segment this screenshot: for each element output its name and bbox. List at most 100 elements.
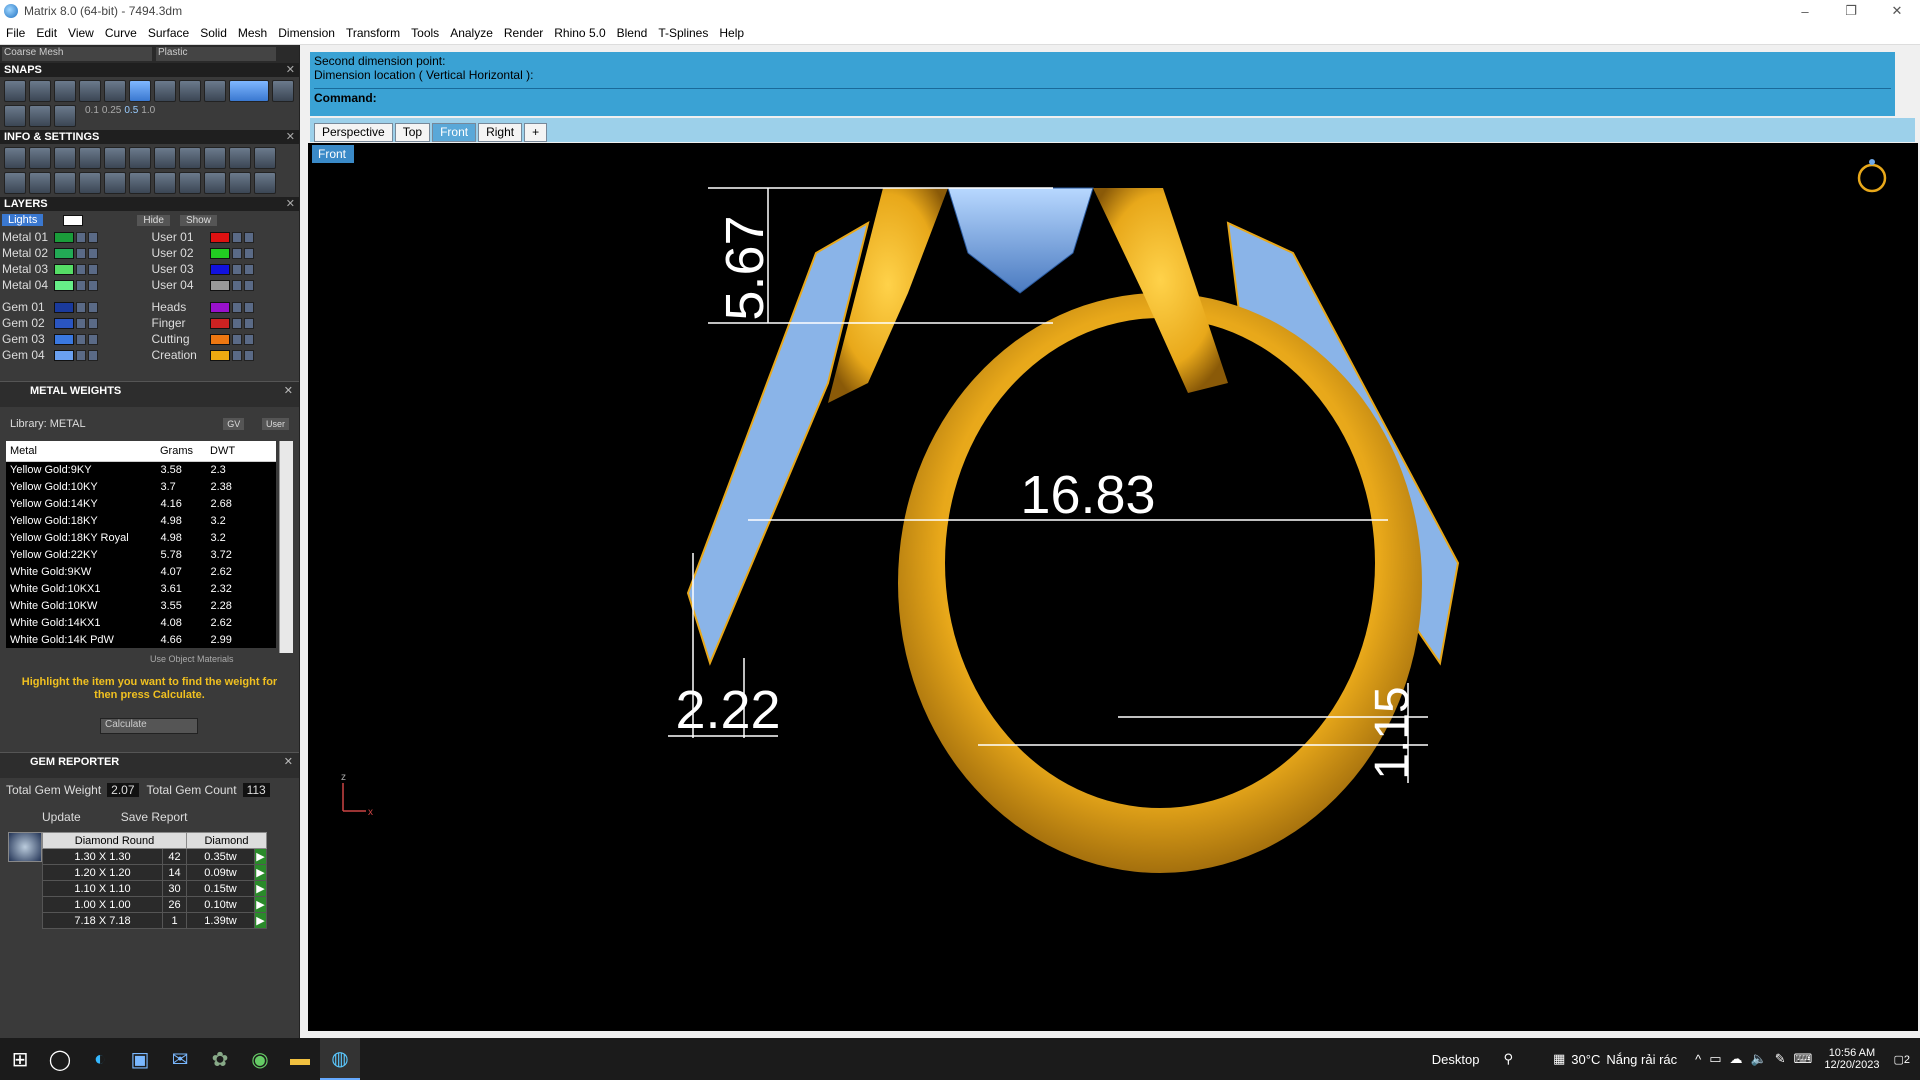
tab-front[interactable]: Front [432,123,477,142]
green-app-icon[interactable]: ◉ [240,1038,280,1080]
store-icon[interactable]: ▣ [120,1038,160,1080]
menu-render[interactable]: Render [504,26,543,40]
solid-icon[interactable] [79,172,101,194]
col-metal[interactable]: Metal [6,441,156,462]
chevron-up-icon[interactable]: ^ [1695,1052,1701,1067]
snap-near-icon[interactable] [129,80,151,102]
table-row[interactable]: White Gold:14KX1 4.08 2.62 [6,614,276,631]
menu-rhino[interactable]: Rhino 5.0 [554,26,605,40]
menu-tools[interactable]: Tools [411,26,439,40]
render-icon[interactable] [179,147,201,169]
layer-row[interactable]: Gem 03 [2,331,152,347]
tool-e-icon[interactable] [204,172,226,194]
layer-row[interactable]: Metal 01 [2,229,152,245]
snap-tan-icon[interactable] [204,80,226,102]
table-row[interactable]: Yellow Gold:14KY 4.16 2.68 [6,495,276,512]
weather-icon[interactable]: ▦ [1553,1051,1565,1067]
menu-help[interactable]: Help [719,26,744,40]
folder-icon[interactable]: ▬ [280,1038,320,1080]
material-dropdown[interactable]: Plastic [156,47,276,61]
volume-icon[interactable]: 🔈 [1751,1051,1767,1067]
tab-right[interactable]: Right [478,123,523,142]
mail-icon[interactable]: ✉ [160,1038,200,1080]
command-prompt[interactable]: Command: [314,88,1891,105]
tool-d-icon[interactable] [179,172,201,194]
layer-row[interactable]: Gem 01 [2,299,152,315]
windows-start-icon[interactable]: ⊞ [0,1038,40,1080]
layer-row[interactable]: Finger [152,315,300,331]
gv-toggle[interactable]: GV [223,418,245,430]
layer-row[interactable]: Metal 04 [2,277,152,293]
metal-table-scrollbar[interactable] [279,441,293,653]
table-row[interactable]: Yellow Gold:9KY 3.58 2.3 [6,461,276,478]
layer-row[interactable]: Creation [152,347,300,363]
col-grams[interactable]: Grams [156,441,206,462]
copy-icon[interactable] [79,147,101,169]
window-icon[interactable] [29,172,51,194]
cube-icon[interactable] [154,147,176,169]
table-row[interactable]: Yellow Gold:18KY 4.98 3.2 [6,512,276,529]
tool-f-icon[interactable] [229,172,251,194]
snap-quad-icon[interactable] [54,105,76,127]
table-row[interactable]: 1.00 X 1.00 26 0.10tw ▶ [42,896,267,913]
layer-row[interactable]: Gem 04 [2,347,152,363]
menu-solid[interactable]: Solid [200,26,227,40]
minimize-button[interactable]: – [1782,0,1828,22]
snap-project-icon[interactable] [4,105,26,127]
layer-row[interactable]: Gem 02 [2,315,152,331]
notification-icon[interactable]: ▢2 [1893,1053,1910,1066]
increment-2[interactable]: 0.5 [124,105,138,127]
onedrive-icon[interactable]: ☁ [1730,1051,1743,1067]
snap-smart-icon[interactable] [29,105,51,127]
table-row[interactable]: White Gold:10KX1 3.61 2.32 [6,580,276,597]
increment-1[interactable]: 0.25 [102,105,121,127]
snap-end-icon[interactable] [79,80,101,102]
menu-mesh[interactable]: Mesh [238,26,267,40]
clock[interactable]: 10:56 AM 12/20/2023 [1824,1047,1879,1071]
close-button[interactable]: ✕ [1874,0,1920,22]
close-icon[interactable]: ✕ [284,384,293,397]
people-icon[interactable]: ⚲ [1503,1051,1513,1067]
tab-top[interactable]: Top [394,123,431,142]
edge-icon[interactable]: ◐ [80,1038,120,1080]
tab-perspective[interactable]: Perspective [314,123,393,142]
menu-surface[interactable]: Surface [148,26,189,40]
app-icon[interactable]: ✿ [200,1038,240,1080]
table-row[interactable]: Yellow Gold:22KY 5.78 3.72 [6,546,276,563]
table-row[interactable]: White Gold:14K PdW 4.66 2.99 [6,631,276,648]
layer-row[interactable]: Heads [152,299,300,315]
table-row[interactable]: 1.20 X 1.20 14 0.09tw ▶ [42,864,267,881]
table-row[interactable]: Yellow Gold:10KY 3.7 2.38 [6,478,276,495]
show-button[interactable]: Show [179,214,217,226]
lights-swatch[interactable] [63,214,84,226]
lights-label[interactable]: Lights [2,214,44,226]
edit-icon[interactable] [129,147,151,169]
menu-transform[interactable]: Transform [346,26,400,40]
snap-center-icon[interactable] [154,80,176,102]
table-row[interactable]: White Gold:9KW 4.07 2.62 [6,563,276,580]
tool-g-icon[interactable] [254,172,276,194]
menu-tsplines[interactable]: T-Splines [658,26,708,40]
update-button[interactable]: Update [42,810,81,824]
search-icon[interactable]: ◯ [40,1038,80,1080]
mesh-dropdown[interactable]: Coarse Mesh [2,47,152,61]
filter-icon[interactable] [104,172,126,194]
snap-curve-icon[interactable] [29,80,51,102]
viewport-front[interactable]: Front 5.67 16.83 2.22 1.15 z x [308,143,1918,1031]
user-toggle[interactable]: User [261,418,289,430]
menu-dimension[interactable]: Dimension [278,26,335,40]
desktop-label[interactable]: Desktop [1432,1052,1480,1067]
restore-button[interactable]: ❐ [1828,0,1874,22]
light-icon[interactable] [154,172,176,194]
layer-row[interactable]: User 02 [152,245,300,261]
weather-text[interactable]: Nắng rải rác [1606,1052,1677,1067]
table-row[interactable]: 7.18 X 7.18 1 1.39tw ▶ [42,912,267,929]
layer-row[interactable]: Metal 02 [2,245,152,261]
layer-row[interactable]: User 04 [152,277,300,293]
hide-button[interactable]: Hide [137,214,170,226]
zoom-icon[interactable] [29,147,51,169]
tool-a-icon[interactable] [204,147,226,169]
col-dwt[interactable]: DWT [206,441,276,462]
save-report-button[interactable]: Save Report [121,810,188,824]
snap-ortho-icon[interactable] [229,80,269,102]
